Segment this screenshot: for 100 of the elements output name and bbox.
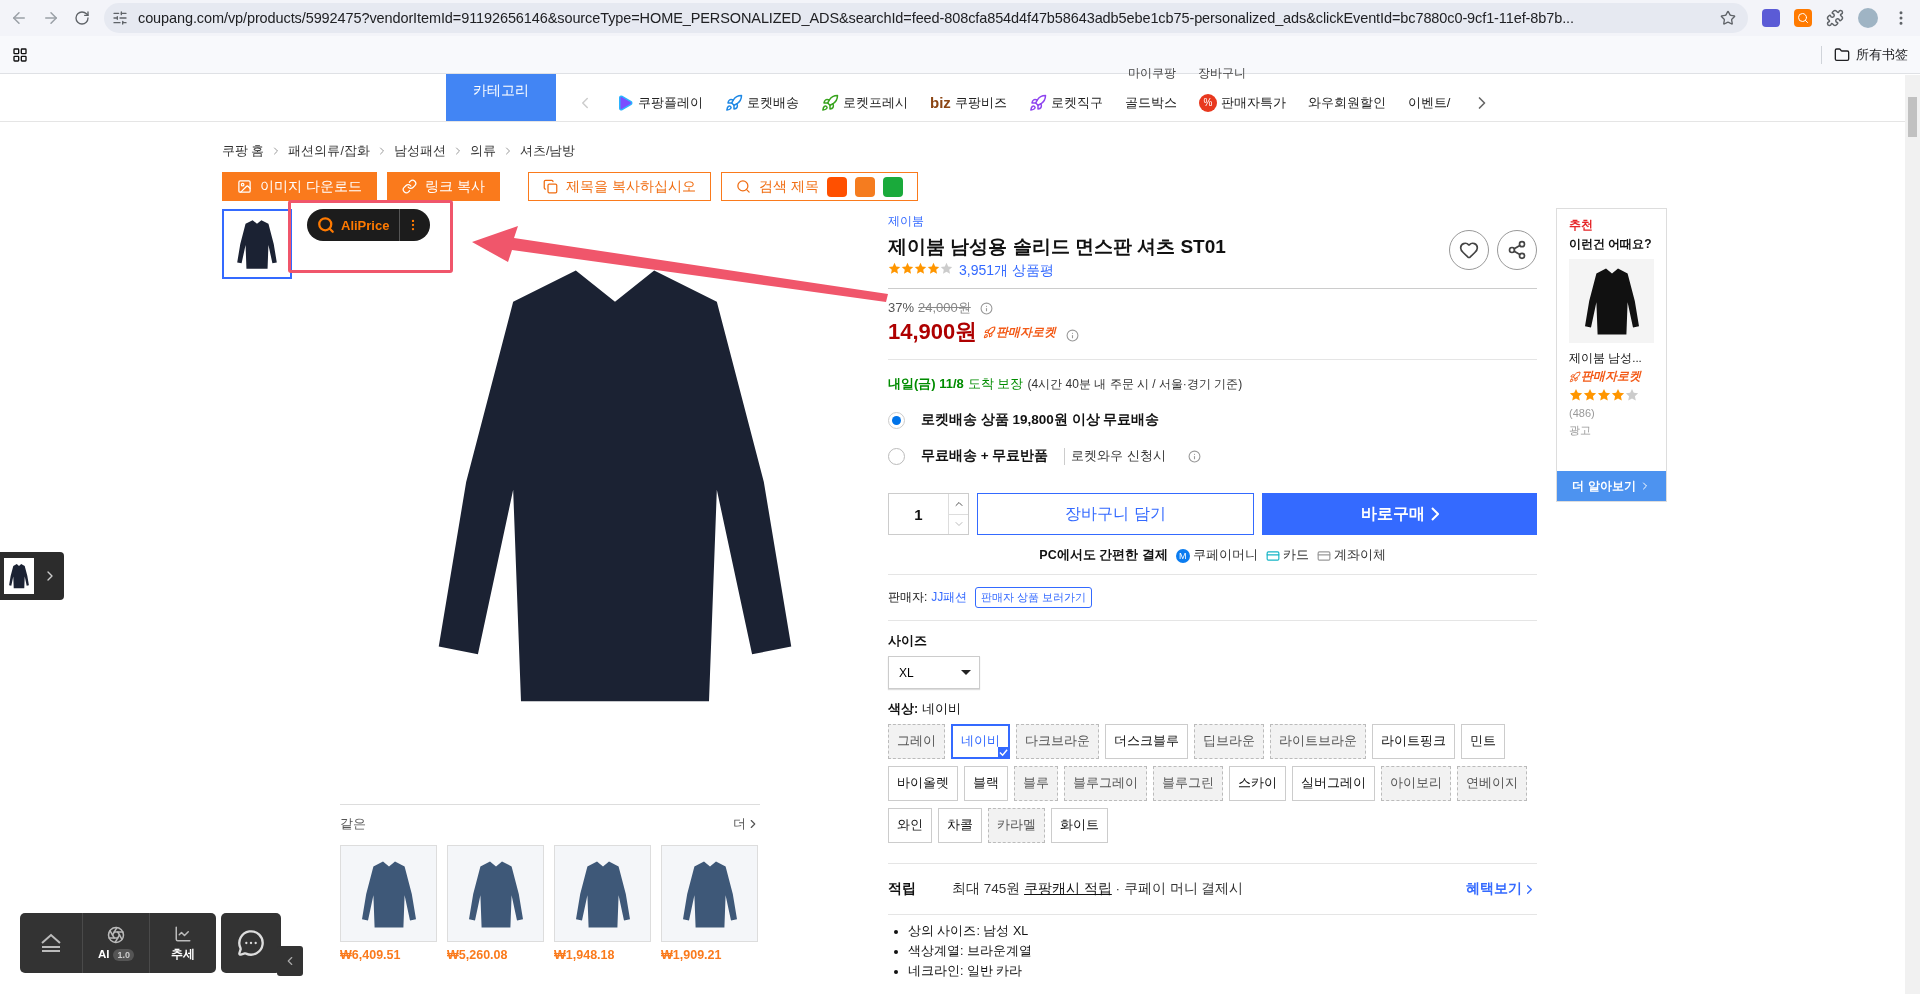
product-title: 제이붐 남성용 솔리드 면스판 셔츠 ST01 xyxy=(888,235,1226,259)
extensions-icon[interactable] xyxy=(1826,9,1844,27)
nav-link[interactable]: 로켓직구 xyxy=(1028,93,1103,112)
store-logo-icon[interactable] xyxy=(882,176,903,197)
nav-link[interactable]: 골드박스 xyxy=(1124,93,1177,112)
folder-icon xyxy=(1834,46,1850,63)
nav-link[interactable]: 쿠팡플레이 xyxy=(616,93,703,112)
nav-label: 로켓배송 xyxy=(747,93,799,112)
toolbar-button[interactable]: 추세 xyxy=(149,913,216,973)
product-photo[interactable] xyxy=(1569,259,1654,343)
ad-product-name[interactable]: 제이붐 남성... xyxy=(1557,343,1666,368)
ad-heading: 추천 xyxy=(1568,217,1594,234)
payment-method: 계좌이체 xyxy=(1316,547,1386,564)
size-select[interactable]: XL xyxy=(888,656,980,689)
option-label: 무료배송 + 무료반품 xyxy=(921,447,1049,465)
payment-method: 카드 xyxy=(1265,547,1309,564)
aliprice-button[interactable]: AliPrice xyxy=(307,209,431,241)
star-icon xyxy=(914,262,927,275)
collapse-tab[interactable] xyxy=(277,946,303,976)
reload-icon[interactable] xyxy=(74,10,90,26)
breadcrumb-link[interactable]: 의류 xyxy=(469,142,496,160)
star-icon xyxy=(901,262,914,275)
star-icon xyxy=(1597,388,1611,402)
chevron-right-icon xyxy=(1430,507,1439,521)
star-icon xyxy=(1583,388,1597,402)
color-option[interactable]: 라이트핑크 xyxy=(1372,724,1455,759)
color-option[interactable]: 카라멜 xyxy=(988,808,1045,843)
cash-link[interactable]: 쿠팡캐시 적립 xyxy=(1024,881,1112,896)
nav-link[interactable]: 이벤트/ xyxy=(1407,93,1451,112)
top-link[interactable]: 장바구니 xyxy=(1198,68,1246,78)
cart-button[interactable]: 장바구니 담기 xyxy=(977,493,1254,535)
buy-button[interactable]: 바로구매 xyxy=(1262,493,1537,535)
breadcrumb-link[interactable]: 셔츠/남방 xyxy=(519,142,576,160)
reviews-link[interactable]: 3,951개 상품평 xyxy=(959,262,1054,278)
product-side-tab[interactable] xyxy=(0,552,64,600)
price: ₩6,409.51 xyxy=(340,948,402,962)
nav-link[interactable]: 로켓프레시 xyxy=(821,93,908,112)
color-option[interactable]: 딥브라운 xyxy=(1194,724,1264,759)
color-option[interactable]: 블랙 xyxy=(964,766,1008,801)
color-option[interactable]: 라이트브라운 xyxy=(1270,724,1366,759)
spec-item: 네크라인: 일반 카라 xyxy=(908,963,1023,980)
image-icon xyxy=(237,179,252,194)
store-logo-icon[interactable] xyxy=(826,176,847,197)
site-info-icon[interactable] xyxy=(112,10,128,26)
brand-link[interactable]: 제이붐 xyxy=(888,213,1537,230)
nav-link[interactable]: 와우회원할인 xyxy=(1307,93,1386,112)
color-option[interactable]: 스카이 xyxy=(1229,766,1286,801)
thumbnail[interactable] xyxy=(222,209,292,279)
seller-link[interactable]: JJ패션 xyxy=(931,589,968,606)
more-link[interactable]: 더 xyxy=(733,815,760,833)
color-option[interactable]: 화이트 xyxy=(1051,808,1108,843)
favorite-button[interactable] xyxy=(1449,230,1489,270)
product-photo[interactable] xyxy=(447,845,544,942)
nav-link[interactable]: biz 쿠팡비즈 xyxy=(930,93,1007,112)
store-logo-icon[interactable] xyxy=(854,176,875,197)
color-option[interactable]: 블루그레이 xyxy=(1064,766,1147,801)
biz-logo: biz xyxy=(930,94,951,111)
category-button[interactable]: 카테고리 xyxy=(446,74,556,121)
chat-button[interactable] xyxy=(221,913,281,973)
color-option[interactable]: 바이올렛 xyxy=(888,766,958,801)
apps-icon[interactable] xyxy=(12,46,28,63)
money-badge: M xyxy=(1175,548,1190,563)
scrollbar[interactable] xyxy=(1905,75,1920,994)
extension-icon[interactable] xyxy=(1762,9,1780,27)
product-photo[interactable] xyxy=(340,845,437,942)
color-option[interactable]: 실버그레이 xyxy=(1292,766,1375,801)
color-option[interactable]: 연베이지 xyxy=(1457,766,1527,801)
toolbar-button[interactable]: AI 1.0 xyxy=(82,913,149,973)
shirt-drawing xyxy=(8,562,30,590)
breadcrumb-link[interactable]: 패션의류/잡화 xyxy=(288,142,370,160)
bullet-icon xyxy=(894,969,898,974)
product-photo[interactable] xyxy=(661,845,758,942)
color-option[interactable]: 블루그린 xyxy=(1153,766,1223,801)
color-option[interactable]: 다크브라운 xyxy=(1016,724,1099,759)
breadcrumb-link[interactable]: 쿠팡 홈 xyxy=(222,142,265,160)
seller-products-link[interactable]: 판매자 상품 보러가기 xyxy=(975,587,1093,608)
color-option[interactable]: 네이비 xyxy=(951,724,1010,759)
share-button[interactable] xyxy=(1497,230,1537,270)
card-icon xyxy=(1265,548,1280,563)
color-option[interactable]: 와인 xyxy=(888,808,932,843)
color-option[interactable]: 블루 xyxy=(1014,766,1058,801)
eject-icon xyxy=(39,933,63,953)
nav-label: 로켓직구 xyxy=(1050,93,1103,112)
nav-link[interactable]: 로켓배송 xyxy=(725,93,799,112)
color-option[interactable]: 민트 xyxy=(1461,724,1505,759)
color-option[interactable]: 차콜 xyxy=(938,808,982,843)
product-photo[interactable] xyxy=(554,845,651,942)
nav-link[interactable]: % 판매자특가 xyxy=(1198,93,1286,112)
color-option[interactable]: 그레이 xyxy=(888,724,945,759)
section-title: 같은 xyxy=(340,815,366,833)
address-bar[interactable]: coupang.com/vp/products/5992475?vendorItemId=91192656146&sourceType=HOME_PERSONALIZED_ADS&searchId=feed-808cfa854d4f47b58643adb5ebe1cb75-personalized_ads&clickEventId=bc7880c0-9cf1-11ef-8b7b... xyxy=(104,3,1748,33)
color-option[interactable]: 더스크블루 xyxy=(1105,724,1188,759)
bookmark-icon[interactable] xyxy=(1720,10,1736,26)
color-option[interactable]: 아이보리 xyxy=(1381,766,1451,801)
breadcrumb-link[interactable]: 남성패션 xyxy=(393,142,446,160)
top-link[interactable]: 마이쿠팡 xyxy=(1128,68,1176,78)
bookmarks-folder[interactable]: 所有书签 xyxy=(1821,45,1908,64)
benefits-link[interactable]: 혜택보기 xyxy=(1466,880,1537,898)
bullet-icon xyxy=(894,949,898,954)
search-icon xyxy=(735,179,751,194)
